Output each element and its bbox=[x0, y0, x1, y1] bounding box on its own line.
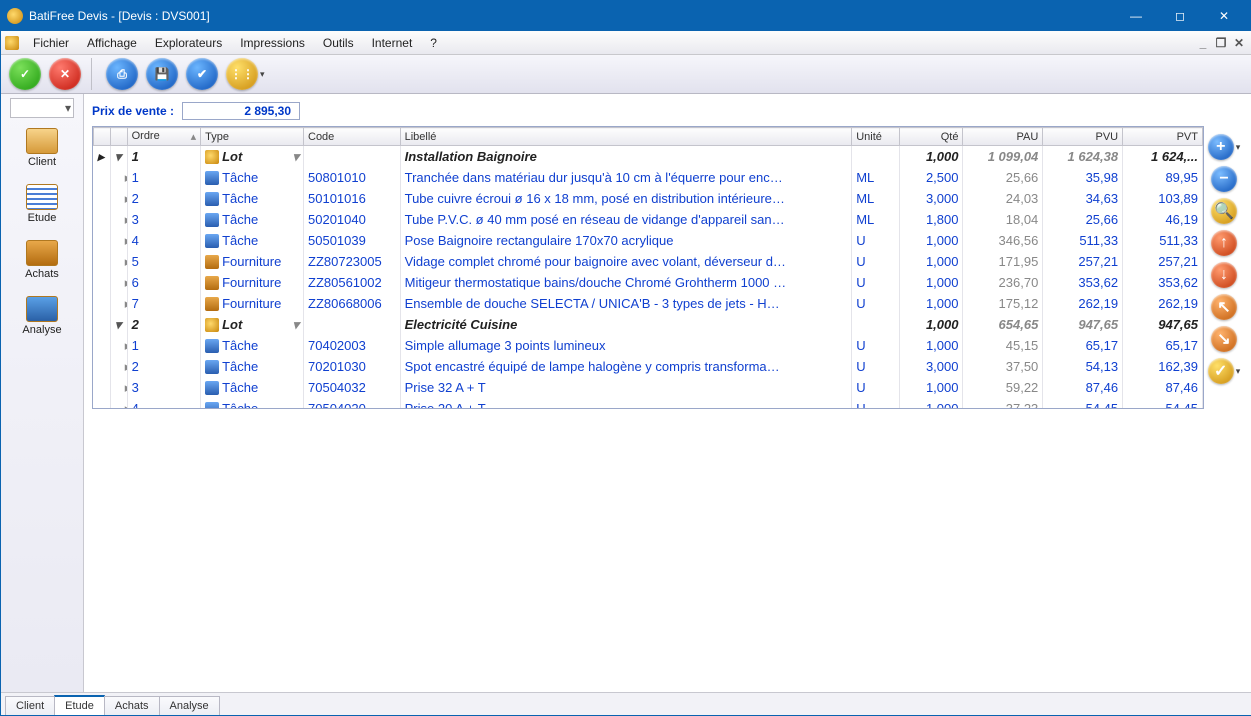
menu-affichage[interactable]: Affichage bbox=[79, 33, 145, 53]
menu-outils[interactable]: Outils bbox=[315, 33, 362, 53]
check-button[interactable]: ✔ bbox=[186, 58, 218, 90]
window-title: BatiFree Devis - [Devis : DVS001] bbox=[29, 9, 1114, 23]
menubar: FichierAffichageExplorateursImpressionsO… bbox=[1, 31, 1251, 55]
action-column: +▾ − 🔍 ↑ ↓ ↖ ↘ ✓▾ bbox=[1204, 126, 1244, 409]
nav-etude[interactable]: Etude bbox=[7, 178, 77, 230]
apply-dropdown[interactable]: ▾ bbox=[1236, 366, 1241, 377]
bottom-tabs: ClientEtudeAchatsAnalyse bbox=[1, 692, 1251, 715]
indent-button[interactable]: ↘ bbox=[1211, 326, 1237, 352]
tab-achats[interactable]: Achats bbox=[104, 696, 160, 715]
price-label: Prix de vente : bbox=[92, 104, 174, 118]
grid-row[interactable]: ▸7FournitureZZ80668006Ensemble de douche… bbox=[94, 293, 1203, 314]
save-button[interactable]: 💾 bbox=[146, 58, 178, 90]
add-dropdown[interactable]: ▾ bbox=[1236, 142, 1241, 153]
col-unite[interactable]: Unité bbox=[852, 128, 900, 146]
grid-row[interactable]: ▸5FournitureZZ80723005Vidage complet chr… bbox=[94, 251, 1203, 272]
menu-impressions[interactable]: Impressions bbox=[232, 33, 313, 53]
apply-button[interactable]: ✓ bbox=[1208, 358, 1234, 384]
nav-achats[interactable]: Achats bbox=[7, 234, 77, 286]
grid-row[interactable]: ▸▾1Lot ▾Installation Baignoire1,0001 099… bbox=[94, 146, 1203, 168]
validate-button[interactable]: ✓ bbox=[9, 58, 41, 90]
options-button[interactable]: ⋮⋮ bbox=[226, 58, 258, 90]
tache-icon bbox=[205, 381, 219, 395]
outdent-button[interactable]: ↖ bbox=[1211, 294, 1237, 320]
menu-fichier[interactable]: Fichier bbox=[25, 33, 77, 53]
tache-icon bbox=[205, 360, 219, 374]
menu-?[interactable]: ? bbox=[422, 33, 445, 53]
mdi-minimize[interactable]: _ bbox=[1194, 36, 1212, 50]
grid-row[interactable]: ▾2Lot ▾Electricité Cuisine1,000654,65947… bbox=[94, 314, 1203, 335]
sidebar-combo[interactable]: ▾ bbox=[10, 98, 74, 118]
tab-etude[interactable]: Etude bbox=[54, 695, 105, 715]
mdi-restore[interactable]: ❐ bbox=[1212, 36, 1230, 50]
menu-explorateurs[interactable]: Explorateurs bbox=[147, 33, 230, 53]
lot-icon bbox=[205, 150, 219, 164]
grid-row[interactable]: ▸4Tâche50501039Pose Baignoire rectangula… bbox=[94, 230, 1203, 251]
grid-row[interactable]: ▸4Tâche70504020Prise 20 A + TU1,00037,23… bbox=[94, 398, 1203, 409]
col-code[interactable]: Code bbox=[304, 128, 401, 146]
col-selector[interactable] bbox=[94, 128, 111, 146]
move-down-button[interactable]: ↓ bbox=[1211, 262, 1237, 288]
nav-client[interactable]: Client bbox=[7, 122, 77, 174]
remove-button[interactable]: − bbox=[1211, 166, 1237, 192]
nav-label: Achats bbox=[25, 268, 59, 280]
menu-internet[interactable]: Internet bbox=[364, 33, 421, 53]
grid-row[interactable]: ▸2Tâche70201030Spot encastré équipé de l… bbox=[94, 356, 1203, 377]
doc-icon bbox=[5, 36, 19, 50]
cancel-button[interactable]: ✕ bbox=[49, 58, 81, 90]
options-dropdown[interactable]: ▾ bbox=[260, 69, 265, 80]
tache-icon bbox=[205, 171, 219, 185]
grid-row[interactable]: ▸3Tâche50201040Tube P.V.C. ø 40 mm posé … bbox=[94, 209, 1203, 230]
analyse-icon bbox=[26, 296, 58, 322]
fourn-icon bbox=[205, 255, 219, 269]
grid-row[interactable]: ▸1Tâche70402003Simple allumage 3 points … bbox=[94, 335, 1203, 356]
grid-row[interactable]: ▸6FournitureZZ80561002Mitigeur thermosta… bbox=[94, 272, 1203, 293]
fourn-icon bbox=[205, 276, 219, 290]
col-pau[interactable]: PAU bbox=[963, 128, 1043, 146]
app-icon bbox=[7, 8, 23, 24]
col-pvu[interactable]: PVU bbox=[1043, 128, 1123, 146]
mdi-controls: _ ❐ ✕ bbox=[1194, 36, 1248, 50]
toolbar: ✓ ✕ ⎙ 💾 ✔ ⋮⋮ ▾ bbox=[1, 55, 1251, 94]
grid-row[interactable]: ▸3Tâche70504032Prise 32 A + TU1,00059,22… bbox=[94, 377, 1203, 398]
col-type[interactable]: Type bbox=[201, 128, 304, 146]
grid[interactable]: Ordre ▴ Type Code Libellé Unité Qté PAU … bbox=[92, 126, 1204, 409]
col-qte[interactable]: Qté bbox=[900, 128, 963, 146]
col-ordre[interactable]: Ordre ▴ bbox=[127, 128, 201, 146]
nav-analyse[interactable]: Analyse bbox=[7, 290, 77, 342]
add-button[interactable]: + bbox=[1208, 134, 1234, 160]
tache-icon bbox=[205, 234, 219, 248]
move-up-button[interactable]: ↑ bbox=[1211, 230, 1237, 256]
col-expand[interactable] bbox=[110, 128, 127, 146]
client-icon bbox=[26, 128, 58, 154]
print-button[interactable]: ⎙ bbox=[106, 58, 138, 90]
nav-label: Analyse bbox=[22, 324, 61, 336]
sidebar: ▾ Client Etude Achats Analyse bbox=[1, 94, 84, 692]
tache-icon bbox=[205, 213, 219, 227]
tache-icon bbox=[205, 402, 219, 409]
nav-label: Client bbox=[28, 156, 56, 168]
search-button[interactable]: 🔍 bbox=[1211, 198, 1237, 224]
price-value: 2 895,30 bbox=[182, 102, 300, 120]
tab-client[interactable]: Client bbox=[5, 696, 55, 715]
etude-icon bbox=[26, 184, 58, 210]
grid-row[interactable]: ▸2Tâche50101016Tube cuivre écroui ø 16 x… bbox=[94, 188, 1203, 209]
tab-analyse[interactable]: Analyse bbox=[159, 696, 220, 715]
nav-label: Etude bbox=[28, 212, 57, 224]
lot-icon bbox=[205, 318, 219, 332]
minimize-button[interactable]: — bbox=[1114, 2, 1158, 30]
fourn-icon bbox=[205, 297, 219, 311]
tache-icon bbox=[205, 339, 219, 353]
close-button[interactable]: ✕ bbox=[1202, 2, 1246, 30]
achats-icon bbox=[26, 240, 58, 266]
mdi-close[interactable]: ✕ bbox=[1230, 36, 1248, 50]
col-libelle[interactable]: Libellé bbox=[400, 128, 852, 146]
maximize-button[interactable]: ◻ bbox=[1158, 2, 1202, 30]
titlebar: BatiFree Devis - [Devis : DVS001] — ◻ ✕ bbox=[1, 1, 1251, 31]
col-pvt[interactable]: PVT bbox=[1123, 128, 1203, 146]
tache-icon bbox=[205, 192, 219, 206]
grid-row[interactable]: ▸1Tâche50801010Tranchée dans matériau du… bbox=[94, 167, 1203, 188]
